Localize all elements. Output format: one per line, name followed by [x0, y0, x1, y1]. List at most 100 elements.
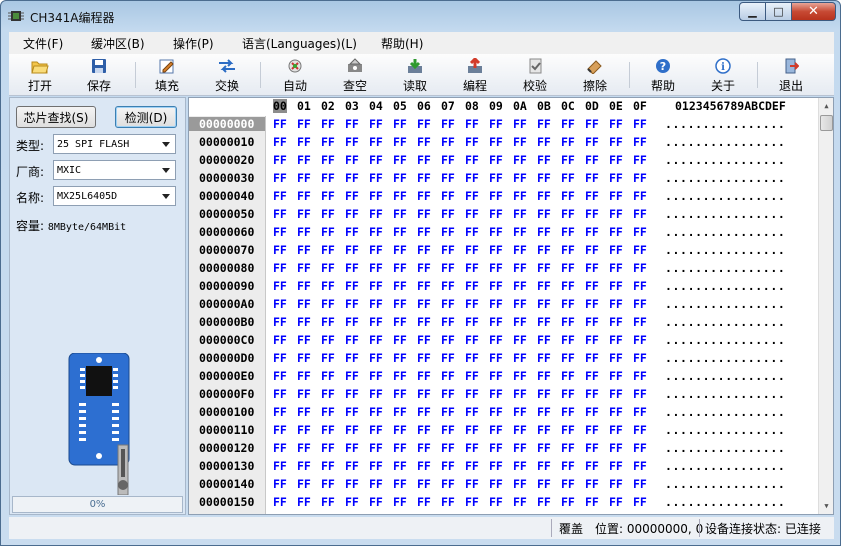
hex-byte[interactable]: FF: [321, 387, 335, 401]
hex-byte[interactable]: FF: [465, 189, 479, 203]
hex-byte[interactable]: FF: [561, 423, 575, 437]
hex-byte[interactable]: FF: [393, 117, 407, 131]
open-button[interactable]: 打开: [12, 55, 68, 95]
hex-byte[interactable]: FF: [393, 405, 407, 419]
name-select[interactable]: MX25L6405D: [53, 186, 176, 206]
hex-byte[interactable]: FF: [561, 441, 575, 455]
hex-byte[interactable]: FF: [441, 261, 455, 275]
hex-byte[interactable]: FF: [537, 225, 551, 239]
hex-byte[interactable]: FF: [321, 477, 335, 491]
hex-byte[interactable]: FF: [417, 369, 431, 383]
detect-button[interactable]: 检测(D): [115, 106, 177, 128]
hex-byte[interactable]: FF: [345, 405, 359, 419]
hex-byte[interactable]: FF: [273, 261, 287, 275]
hex-byte[interactable]: FF: [321, 189, 335, 203]
hex-byte[interactable]: FF: [513, 189, 527, 203]
hex-byte[interactable]: FF: [537, 297, 551, 311]
hex-byte[interactable]: FF: [297, 441, 311, 455]
hex-byte[interactable]: FF: [321, 117, 335, 131]
hex-byte[interactable]: FF: [321, 369, 335, 383]
hex-byte[interactable]: FF: [513, 441, 527, 455]
hex-byte[interactable]: FF: [633, 207, 647, 221]
hex-byte[interactable]: FF: [489, 261, 503, 275]
hex-byte[interactable]: FF: [513, 423, 527, 437]
hex-byte[interactable]: FF: [537, 189, 551, 203]
hex-byte[interactable]: FF: [513, 387, 527, 401]
hex-byte[interactable]: FF: [537, 153, 551, 167]
hex-byte[interactable]: FF: [393, 495, 407, 509]
hex-byte[interactable]: FF: [585, 495, 599, 509]
hex-byte[interactable]: FF: [561, 189, 575, 203]
hex-byte[interactable]: FF: [369, 189, 383, 203]
hex-byte[interactable]: FF: [345, 423, 359, 437]
help-button[interactable]: ? 帮助: [635, 55, 691, 95]
hex-byte[interactable]: FF: [609, 495, 623, 509]
hex-byte[interactable]: FF: [273, 441, 287, 455]
hex-byte[interactable]: FF: [321, 243, 335, 257]
hex-byte[interactable]: FF: [561, 117, 575, 131]
hex-byte[interactable]: FF: [609, 369, 623, 383]
hex-byte[interactable]: FF: [513, 207, 527, 221]
hex-byte[interactable]: FF: [561, 495, 575, 509]
hex-byte[interactable]: FF: [393, 387, 407, 401]
hex-row[interactable]: 00000140 FF FF FF FF FF FF FF FF FF FF FF FF FF FF FF FF…: [189, 477, 819, 495]
hex-byte[interactable]: FF: [441, 135, 455, 149]
hex-byte[interactable]: FF: [465, 423, 479, 437]
hex-byte[interactable]: FF: [441, 225, 455, 239]
hex-byte[interactable]: FF: [297, 135, 311, 149]
hex-byte[interactable]: FF: [273, 153, 287, 167]
hex-byte[interactable]: FF: [441, 351, 455, 365]
hex-byte[interactable]: FF: [561, 243, 575, 257]
hex-byte[interactable]: FF: [585, 171, 599, 185]
hex-byte[interactable]: FF: [273, 171, 287, 185]
hex-byte[interactable]: FF: [393, 369, 407, 383]
hex-byte[interactable]: FF: [417, 405, 431, 419]
hex-byte[interactable]: FF: [585, 351, 599, 365]
hex-byte[interactable]: FF: [465, 225, 479, 239]
vendor-select[interactable]: MXIC: [53, 160, 176, 180]
hex-row[interactable]: 00000000 FF FF FF FF FF FF FF FF FF FF FF FF FF FF FF FF…: [189, 117, 819, 135]
hex-byte[interactable]: FF: [273, 387, 287, 401]
hex-byte[interactable]: FF: [297, 351, 311, 365]
hex-row[interactable]: 00000010 FF FF FF FF FF FF FF FF FF FF FF FF FF FF FF FF…: [189, 135, 819, 153]
hex-byte[interactable]: FF: [465, 441, 479, 455]
hex-row[interactable]: 00000150 FF FF FF FF FF FF FF FF FF FF FF FF FF FF FF FF…: [189, 495, 819, 513]
hex-byte[interactable]: FF: [609, 207, 623, 221]
swap-button[interactable]: 交换: [199, 55, 255, 95]
hex-byte[interactable]: FF: [273, 225, 287, 239]
hex-byte[interactable]: FF: [441, 171, 455, 185]
hex-byte[interactable]: FF: [561, 207, 575, 221]
hex-byte[interactable]: FF: [465, 279, 479, 293]
hex-byte[interactable]: FF: [609, 423, 623, 437]
hex-byte[interactable]: FF: [489, 225, 503, 239]
hex-byte[interactable]: FF: [561, 153, 575, 167]
hex-byte[interactable]: FF: [417, 351, 431, 365]
hex-byte[interactable]: FF: [585, 405, 599, 419]
type-select[interactable]: 25 SPI FLASH: [53, 134, 176, 154]
hex-byte[interactable]: FF: [369, 441, 383, 455]
save-button[interactable]: 保存: [71, 55, 127, 95]
hex-row[interactable]: 00000080 FF FF FF FF FF FF FF FF FF FF FF FF FF FF FF FF…: [189, 261, 819, 279]
hex-byte[interactable]: FF: [513, 135, 527, 149]
hex-byte[interactable]: FF: [585, 135, 599, 149]
hex-byte[interactable]: FF: [513, 333, 527, 347]
hex-byte[interactable]: FF: [321, 351, 335, 365]
hex-byte[interactable]: FF: [273, 423, 287, 437]
hex-byte[interactable]: FF: [393, 297, 407, 311]
hex-byte[interactable]: FF: [585, 261, 599, 275]
hex-byte[interactable]: FF: [609, 405, 623, 419]
hex-byte[interactable]: FF: [585, 459, 599, 473]
hex-byte[interactable]: FF: [297, 495, 311, 509]
hex-byte[interactable]: FF: [321, 297, 335, 311]
hex-byte[interactable]: FF: [273, 459, 287, 473]
hex-byte[interactable]: FF: [393, 441, 407, 455]
hex-byte[interactable]: FF: [489, 243, 503, 257]
hex-byte[interactable]: FF: [609, 297, 623, 311]
hex-byte[interactable]: FF: [465, 117, 479, 131]
hex-byte[interactable]: FF: [489, 153, 503, 167]
hex-byte[interactable]: FF: [273, 135, 287, 149]
hex-byte[interactable]: FF: [417, 279, 431, 293]
hex-byte[interactable]: FF: [489, 441, 503, 455]
hex-byte[interactable]: FF: [537, 117, 551, 131]
hex-byte[interactable]: FF: [321, 225, 335, 239]
